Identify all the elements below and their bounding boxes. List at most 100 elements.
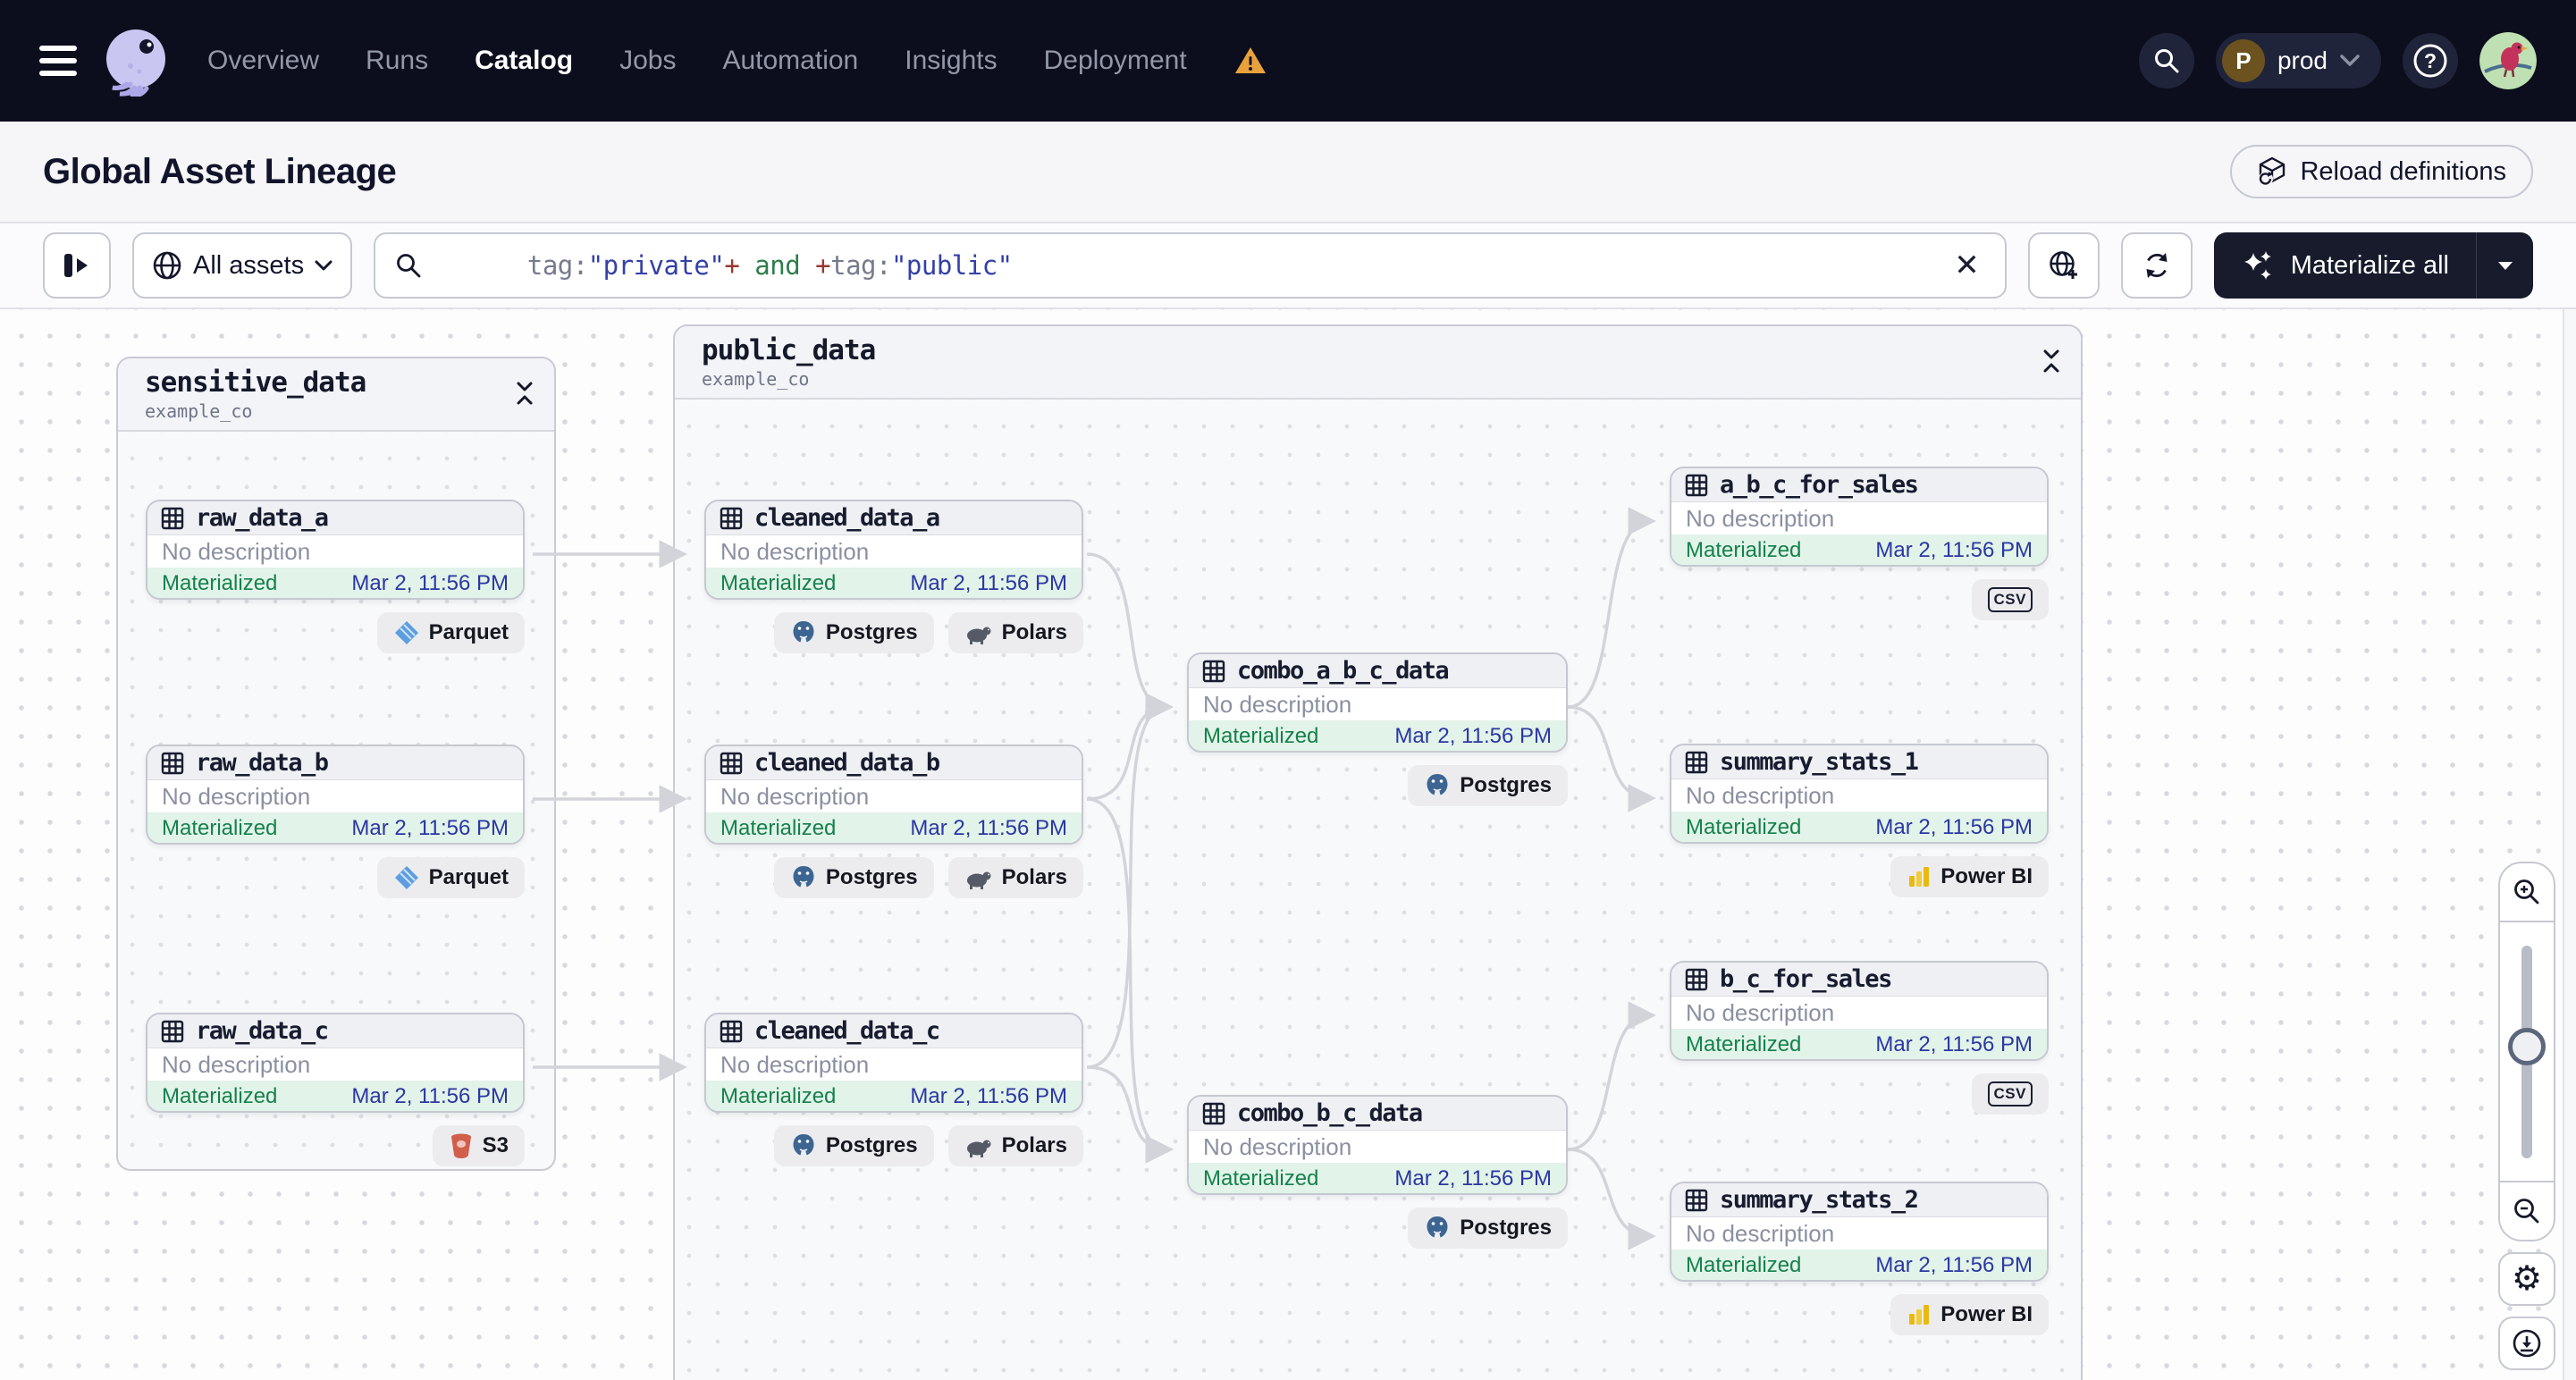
canvas-scrollbar[interactable] [2563, 309, 2576, 1380]
refresh-button[interactable] [2120, 232, 2193, 299]
nav-item-automation[interactable]: Automation [722, 46, 858, 76]
zoom-slider[interactable] [2500, 921, 2554, 1182]
asset-node-raw-data-b[interactable]: raw_data_b No description Materialized Ma… [146, 745, 525, 845]
asset-node-b-c-for-sales[interactable]: b_c_for_sales No description Materialize… [1670, 961, 2049, 1061]
asset-scope-dropdown[interactable]: All assets [132, 232, 353, 299]
powerbi-icon [1909, 1305, 1930, 1325]
table-icon [1202, 1102, 1225, 1124]
materialized-timestamp[interactable]: Mar 2, 11:56 PM [1394, 724, 1552, 749]
materialized-timestamp[interactable]: Mar 2, 11:56 PM [910, 571, 1067, 596]
status-badge: Materialized [1203, 724, 1319, 748]
status-badge: Materialized [1686, 538, 1802, 562]
materialized-timestamp[interactable]: Mar 2, 11:56 PM [351, 816, 509, 841]
kind-tag-s3[interactable]: S3 [432, 1125, 525, 1166]
toggle-sidebar-button[interactable] [43, 232, 111, 299]
materialized-timestamp[interactable]: Mar 2, 11:56 PM [1394, 1166, 1552, 1191]
help-button[interactable]: ? [2403, 33, 2458, 88]
user-avatar[interactable] [2479, 32, 2537, 89]
table-icon [1202, 660, 1225, 682]
zoom-in-button[interactable] [2500, 863, 2554, 921]
status-badge: Materialized [720, 1084, 837, 1108]
collapse-group-icon[interactable] [2040, 348, 2063, 374]
page-title: Global Asset Lineage [43, 151, 397, 191]
zoom-out-button[interactable] [2500, 1182, 2554, 1240]
asset-node-combo-b-c-data[interactable]: combo_b_c_data No description Materializ… [1187, 1095, 1568, 1195]
dagster-logo[interactable] [100, 25, 172, 97]
search-button[interactable] [2138, 33, 2194, 88]
clear-filter-icon[interactable]: ✕ [1949, 248, 1985, 283]
asset-node-summary-stats-1[interactable]: summary_stats_1 No description Materiali… [1670, 744, 2049, 844]
materialized-timestamp[interactable]: Mar 2, 11:56 PM [351, 571, 509, 596]
kind-tag-postgres[interactable]: Postgres [773, 612, 934, 653]
asset-node-raw-data-c[interactable]: raw_data_c No description Materialized Ma… [146, 1013, 525, 1113]
asset-node-summary-stats-2[interactable]: summary_stats_2 No description Materiali… [1670, 1182, 2049, 1282]
filter-query[interactable]: tag:"private"+ and +tag:"public" [436, 220, 1934, 311]
asset-node-a-b-c-for-sales[interactable]: a_b_c_for_sales No description Materiali… [1670, 467, 2049, 567]
kind-tag-powerbi[interactable]: Power BI [1890, 1294, 2049, 1335]
asset-description: No description [720, 782, 870, 810]
kind-tag-polars[interactable]: Polars [947, 857, 1083, 898]
download-icon [2513, 1329, 2541, 1358]
postgres-icon [793, 1134, 814, 1156]
postgres-icon [793, 866, 814, 888]
nav-item-overview[interactable]: Overview [207, 46, 319, 76]
kind-tag-postgres[interactable]: Postgres [773, 857, 934, 898]
environment-switcher[interactable]: P prod [2215, 33, 2381, 88]
asset-description: No description [1686, 504, 1835, 532]
kind-tag-postgres[interactable]: Postgres [1408, 1208, 1568, 1249]
nav-links: Overview Runs Catalog Jobs Automation In… [207, 46, 1267, 76]
asset-name: summary_stats_1 [1720, 748, 1919, 776]
asset-filter-input[interactable]: tag:"private"+ and +tag:"public" ✕ [374, 232, 2007, 299]
nav-item-insights[interactable]: Insights [905, 46, 997, 76]
kind-tag-parquet[interactable]: Parquet [376, 612, 525, 653]
asset-node-raw-data-a[interactable]: raw_data_a No description Materialized Ma… [146, 500, 525, 600]
table-icon [1685, 474, 1708, 496]
warning-icon [1234, 47, 1266, 73]
asset-node-cleaned-data-a[interactable]: cleaned_data_a No description Materializ… [704, 500, 1083, 600]
asset-description: No description [162, 1050, 311, 1078]
group-header[interactable]: public_data example_co [675, 326, 2081, 400]
query-seg: "private" [587, 250, 725, 281]
reload-cube-icon [2259, 156, 2286, 186]
materialized-timestamp[interactable]: Mar 2, 11:56 PM [910, 1084, 1067, 1109]
kind-tag-postgres[interactable]: Postgres [1408, 765, 1568, 806]
collapse-group-icon[interactable] [513, 380, 536, 407]
polars-bear-icon [966, 627, 991, 644]
zoom-slider-handle[interactable] [2508, 1028, 2546, 1065]
polars-bear-icon [966, 871, 991, 889]
lineage-canvas[interactable]: sensitive_data example_co public_data ex… [0, 309, 2576, 1380]
nav-item-runs[interactable]: Runs [366, 46, 428, 76]
materialized-timestamp[interactable]: Mar 2, 11:56 PM [1875, 1253, 2033, 1278]
reload-definitions-button[interactable]: Reload definitions [2230, 145, 2533, 198]
menu-icon[interactable] [39, 46, 77, 76]
materialized-timestamp[interactable]: Mar 2, 11:56 PM [1875, 815, 2033, 840]
page-header: Global Asset Lineage Reload definitions [0, 122, 2576, 223]
asset-description: No description [1686, 1219, 1835, 1247]
kind-tag-polars[interactable]: Polars [947, 1125, 1083, 1166]
asset-scope-label: All assets [193, 250, 305, 280]
materialized-timestamp[interactable]: Mar 2, 11:56 PM [910, 816, 1067, 841]
view-all-assets-button[interactable] [2027, 232, 2100, 299]
materialized-timestamp[interactable]: Mar 2, 11:56 PM [1875, 1032, 2033, 1057]
graph-settings-button[interactable]: ⚙ [2498, 1252, 2555, 1306]
materialized-timestamp[interactable]: Mar 2, 11:56 PM [351, 1084, 509, 1109]
materialize-options-caret[interactable] [2476, 232, 2533, 299]
materialized-timestamp[interactable]: Mar 2, 11:56 PM [1875, 538, 2033, 563]
nav-item-deployment[interactable]: Deployment [1044, 46, 1187, 76]
nav-item-catalog[interactable]: Catalog [475, 46, 573, 76]
asset-node-combo-a-b-c-data[interactable]: combo_a_b_c_data No description Material… [1187, 652, 1568, 753]
kind-tag-csv[interactable]: CSV [1971, 1073, 2049, 1115]
kind-tag-polars[interactable]: Polars [947, 612, 1083, 653]
nav-item-jobs[interactable]: Jobs [619, 46, 676, 76]
asset-description: No description [720, 1050, 870, 1078]
environment-avatar: P [2221, 39, 2265, 82]
kind-tag-powerbi[interactable]: Power BI [1890, 856, 2049, 897]
kind-tag-csv[interactable]: CSV [1971, 579, 2049, 620]
materialize-all-button[interactable]: Materialize all [2214, 232, 2476, 299]
kind-tag-parquet[interactable]: Parquet [376, 857, 525, 898]
kind-tag-postgres[interactable]: Postgres [773, 1125, 934, 1166]
asset-node-cleaned-data-c[interactable]: cleaned_data_c No description Materializ… [704, 1013, 1083, 1113]
download-image-button[interactable] [2498, 1317, 2555, 1370]
asset-node-cleaned-data-b[interactable]: cleaned_data_b No description Materializ… [704, 745, 1083, 845]
group-header[interactable]: sensitive_data example_co [118, 358, 554, 432]
